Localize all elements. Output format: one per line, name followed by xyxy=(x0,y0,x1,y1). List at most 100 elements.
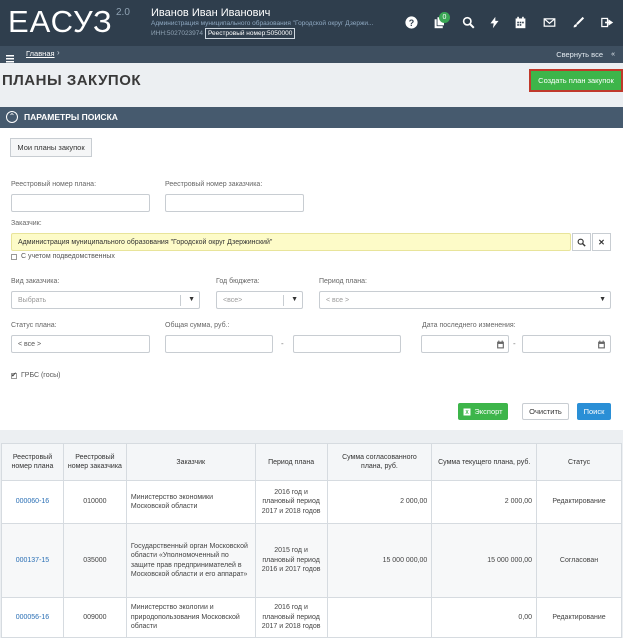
create-plan-button[interactable]: Создать план закупок xyxy=(529,69,623,92)
export-button[interactable]: X Экспорт xyxy=(458,403,508,420)
clear-button[interactable]: Очистить xyxy=(522,403,569,420)
caret-down-icon: ▼ xyxy=(599,296,606,303)
column-header-customer-reg[interactable]: Реестровый номер заказчика xyxy=(62,443,127,481)
search-button[interactable]: Поиск xyxy=(577,403,611,420)
customer-reg-number-label: Реестровый номер заказчика: xyxy=(165,181,263,188)
customer-clear-button[interactable]: ✕ xyxy=(592,233,611,251)
collapse-arrows-icon[interactable]: « xyxy=(611,51,615,58)
column-header-agreed-sum[interactable]: Сумма согласованного плана, руб. xyxy=(326,443,433,481)
calendar-icon[interactable] xyxy=(592,335,611,353)
menu-icon[interactable] xyxy=(6,50,14,63)
plan-reg-number-input[interactable] xyxy=(11,194,150,212)
select-divider xyxy=(283,295,284,306)
subordinate-checkbox-label: С учетом подведомственных xyxy=(21,253,115,260)
calendar-icon[interactable] xyxy=(513,15,527,29)
brush-icon[interactable] xyxy=(571,15,585,29)
search-panel-header[interactable]: ⌃ ПАРАМЕТРЫ ПОИСКА xyxy=(0,107,623,128)
caret-down-icon: ▼ xyxy=(188,296,195,303)
customer-reg-number-input[interactable] xyxy=(165,194,304,212)
current-sum-cell: 2 000,00 xyxy=(431,480,538,524)
budget-year-value: <все> xyxy=(223,296,243,304)
column-header-period[interactable]: Период плана xyxy=(254,443,328,481)
customer-cell: Государственный орган Московской области… xyxy=(125,523,256,598)
status-cell: Редактирование xyxy=(536,480,622,524)
status-cell: Согласован xyxy=(536,523,622,598)
select-divider xyxy=(180,295,181,306)
plan-period-value: < все > xyxy=(326,296,350,304)
grbs-checkbox-label: ГРБС (госы) xyxy=(21,372,61,379)
magnifier-icon xyxy=(577,238,586,247)
plan-number-link[interactable]: 000060-16 xyxy=(16,498,49,505)
user-inn: ИНН:5027023974 xyxy=(151,30,204,37)
collapse-chevron-icon[interactable]: ⌃ xyxy=(6,111,18,123)
user-organization[interactable]: Администрация муниципального образования… xyxy=(151,20,373,27)
column-header-current-sum[interactable]: Сумма текущего плана, руб. xyxy=(431,443,538,481)
excel-icon: X xyxy=(463,408,471,416)
plan-status-value: < все > xyxy=(18,340,42,348)
current-sum-cell: 0,00 xyxy=(431,597,538,638)
search-panel-title: ПАРАМЕТРЫ ПОИСКА xyxy=(24,112,118,122)
user-reg-number: Реестровый номер:5050000 xyxy=(205,28,296,39)
period-cell: 2016 год и плановый период 2017 и 2018 г… xyxy=(254,597,328,638)
customer-type-select[interactable]: Выбрать ▼ xyxy=(11,291,200,309)
customer-search-button[interactable] xyxy=(572,233,591,251)
column-header-customer[interactable]: Заказчик xyxy=(125,443,256,481)
agreed-sum-cell xyxy=(326,597,433,638)
last-change-label: Дата последнего изменения: xyxy=(422,322,516,329)
customer-label: Заказчик: xyxy=(11,220,42,227)
app-logo[interactable]: ЕАСУЗ xyxy=(8,4,113,40)
sum-from-input[interactable] xyxy=(165,335,273,353)
column-header-status[interactable]: Статус xyxy=(536,443,622,481)
period-cell: 2016 год и плановый период 2017 и 2018 г… xyxy=(254,480,328,524)
customer-reg-cell: 035000 xyxy=(62,523,127,598)
table-row[interactable]: 000056-16 009000 Министерство экологии и… xyxy=(1,597,622,638)
grbs-checkbox[interactable] xyxy=(11,371,17,379)
subordinate-checkbox[interactable] xyxy=(11,254,17,260)
plan-number-link[interactable]: 000137-15 xyxy=(16,557,49,564)
export-button-label: Экспорт xyxy=(474,407,503,416)
breadcrumb-bar: Главная › Свернуть все « xyxy=(0,46,623,63)
status-cell: Редактирование xyxy=(536,597,622,638)
customer-reg-cell: 009000 xyxy=(62,597,127,638)
agreed-sum-cell: 15 000 000,00 xyxy=(326,523,433,598)
total-sum-label: Общая сумма, руб.: xyxy=(165,322,230,329)
mail-icon[interactable] xyxy=(542,15,556,29)
budget-year-select[interactable]: <все> ▼ xyxy=(216,291,303,309)
lightning-icon[interactable] xyxy=(487,15,501,29)
plans-table: Реестровый номер плана Реестровый номер … xyxy=(1,443,622,638)
column-header-plan-reg[interactable]: Реестровый номер плана xyxy=(1,443,64,481)
plan-period-select[interactable]: < все > ▼ xyxy=(319,291,611,309)
customer-type-value: Выбрать xyxy=(18,296,47,304)
help-icon[interactable]: ? xyxy=(404,15,418,29)
svg-text:?: ? xyxy=(408,17,413,27)
date-range-dash: - xyxy=(513,339,516,348)
period-cell: 2015 год и плановый период 2016 и 2017 г… xyxy=(254,523,328,598)
search-panel-body xyxy=(0,128,623,430)
breadcrumb-home[interactable]: Главная xyxy=(26,49,55,58)
agreed-sum-cell: 2 000,00 xyxy=(326,480,433,524)
search-icon[interactable] xyxy=(461,15,475,29)
sum-to-input[interactable] xyxy=(293,335,401,353)
logout-icon[interactable] xyxy=(600,15,614,29)
calendar-icon[interactable] xyxy=(491,335,510,353)
plan-status-label: Статус плана: xyxy=(11,322,57,329)
user-name[interactable]: Иванов Иван Иванович xyxy=(151,7,270,19)
table-row[interactable]: 000060-16 010000 Министерство экономики … xyxy=(1,480,622,524)
current-sum-cell: 15 000 000,00 xyxy=(431,523,538,598)
page-title: ПЛАНЫ ЗАКУПОК xyxy=(2,72,142,89)
plan-period-label: Период плана: xyxy=(319,278,367,285)
plan-status-select[interactable]: < все > xyxy=(11,335,150,353)
plan-number-link[interactable]: 000056-16 xyxy=(16,614,49,621)
sum-range-dash: - xyxy=(281,339,284,348)
app-version: 2.0 xyxy=(116,7,130,18)
top-bar: ЕАСУЗ 2.0 Иванов Иван Иванович Администр… xyxy=(0,0,623,46)
customer-cell: Министерство экономики Московской област… xyxy=(125,480,256,524)
customer-cell: Министерство экологии и природопользован… xyxy=(125,597,256,638)
customer-reg-cell: 010000 xyxy=(62,480,127,524)
customer-input[interactable]: Администрация муниципального образования… xyxy=(11,233,571,251)
notification-badge: 0 xyxy=(439,12,450,23)
my-plans-button[interactable]: Мои планы закупок xyxy=(10,138,92,157)
caret-down-icon: ▼ xyxy=(291,296,298,303)
collapse-all-link[interactable]: Свернуть все xyxy=(556,50,603,59)
table-row[interactable]: 000137-15 035000 Государственный орган М… xyxy=(1,523,622,598)
